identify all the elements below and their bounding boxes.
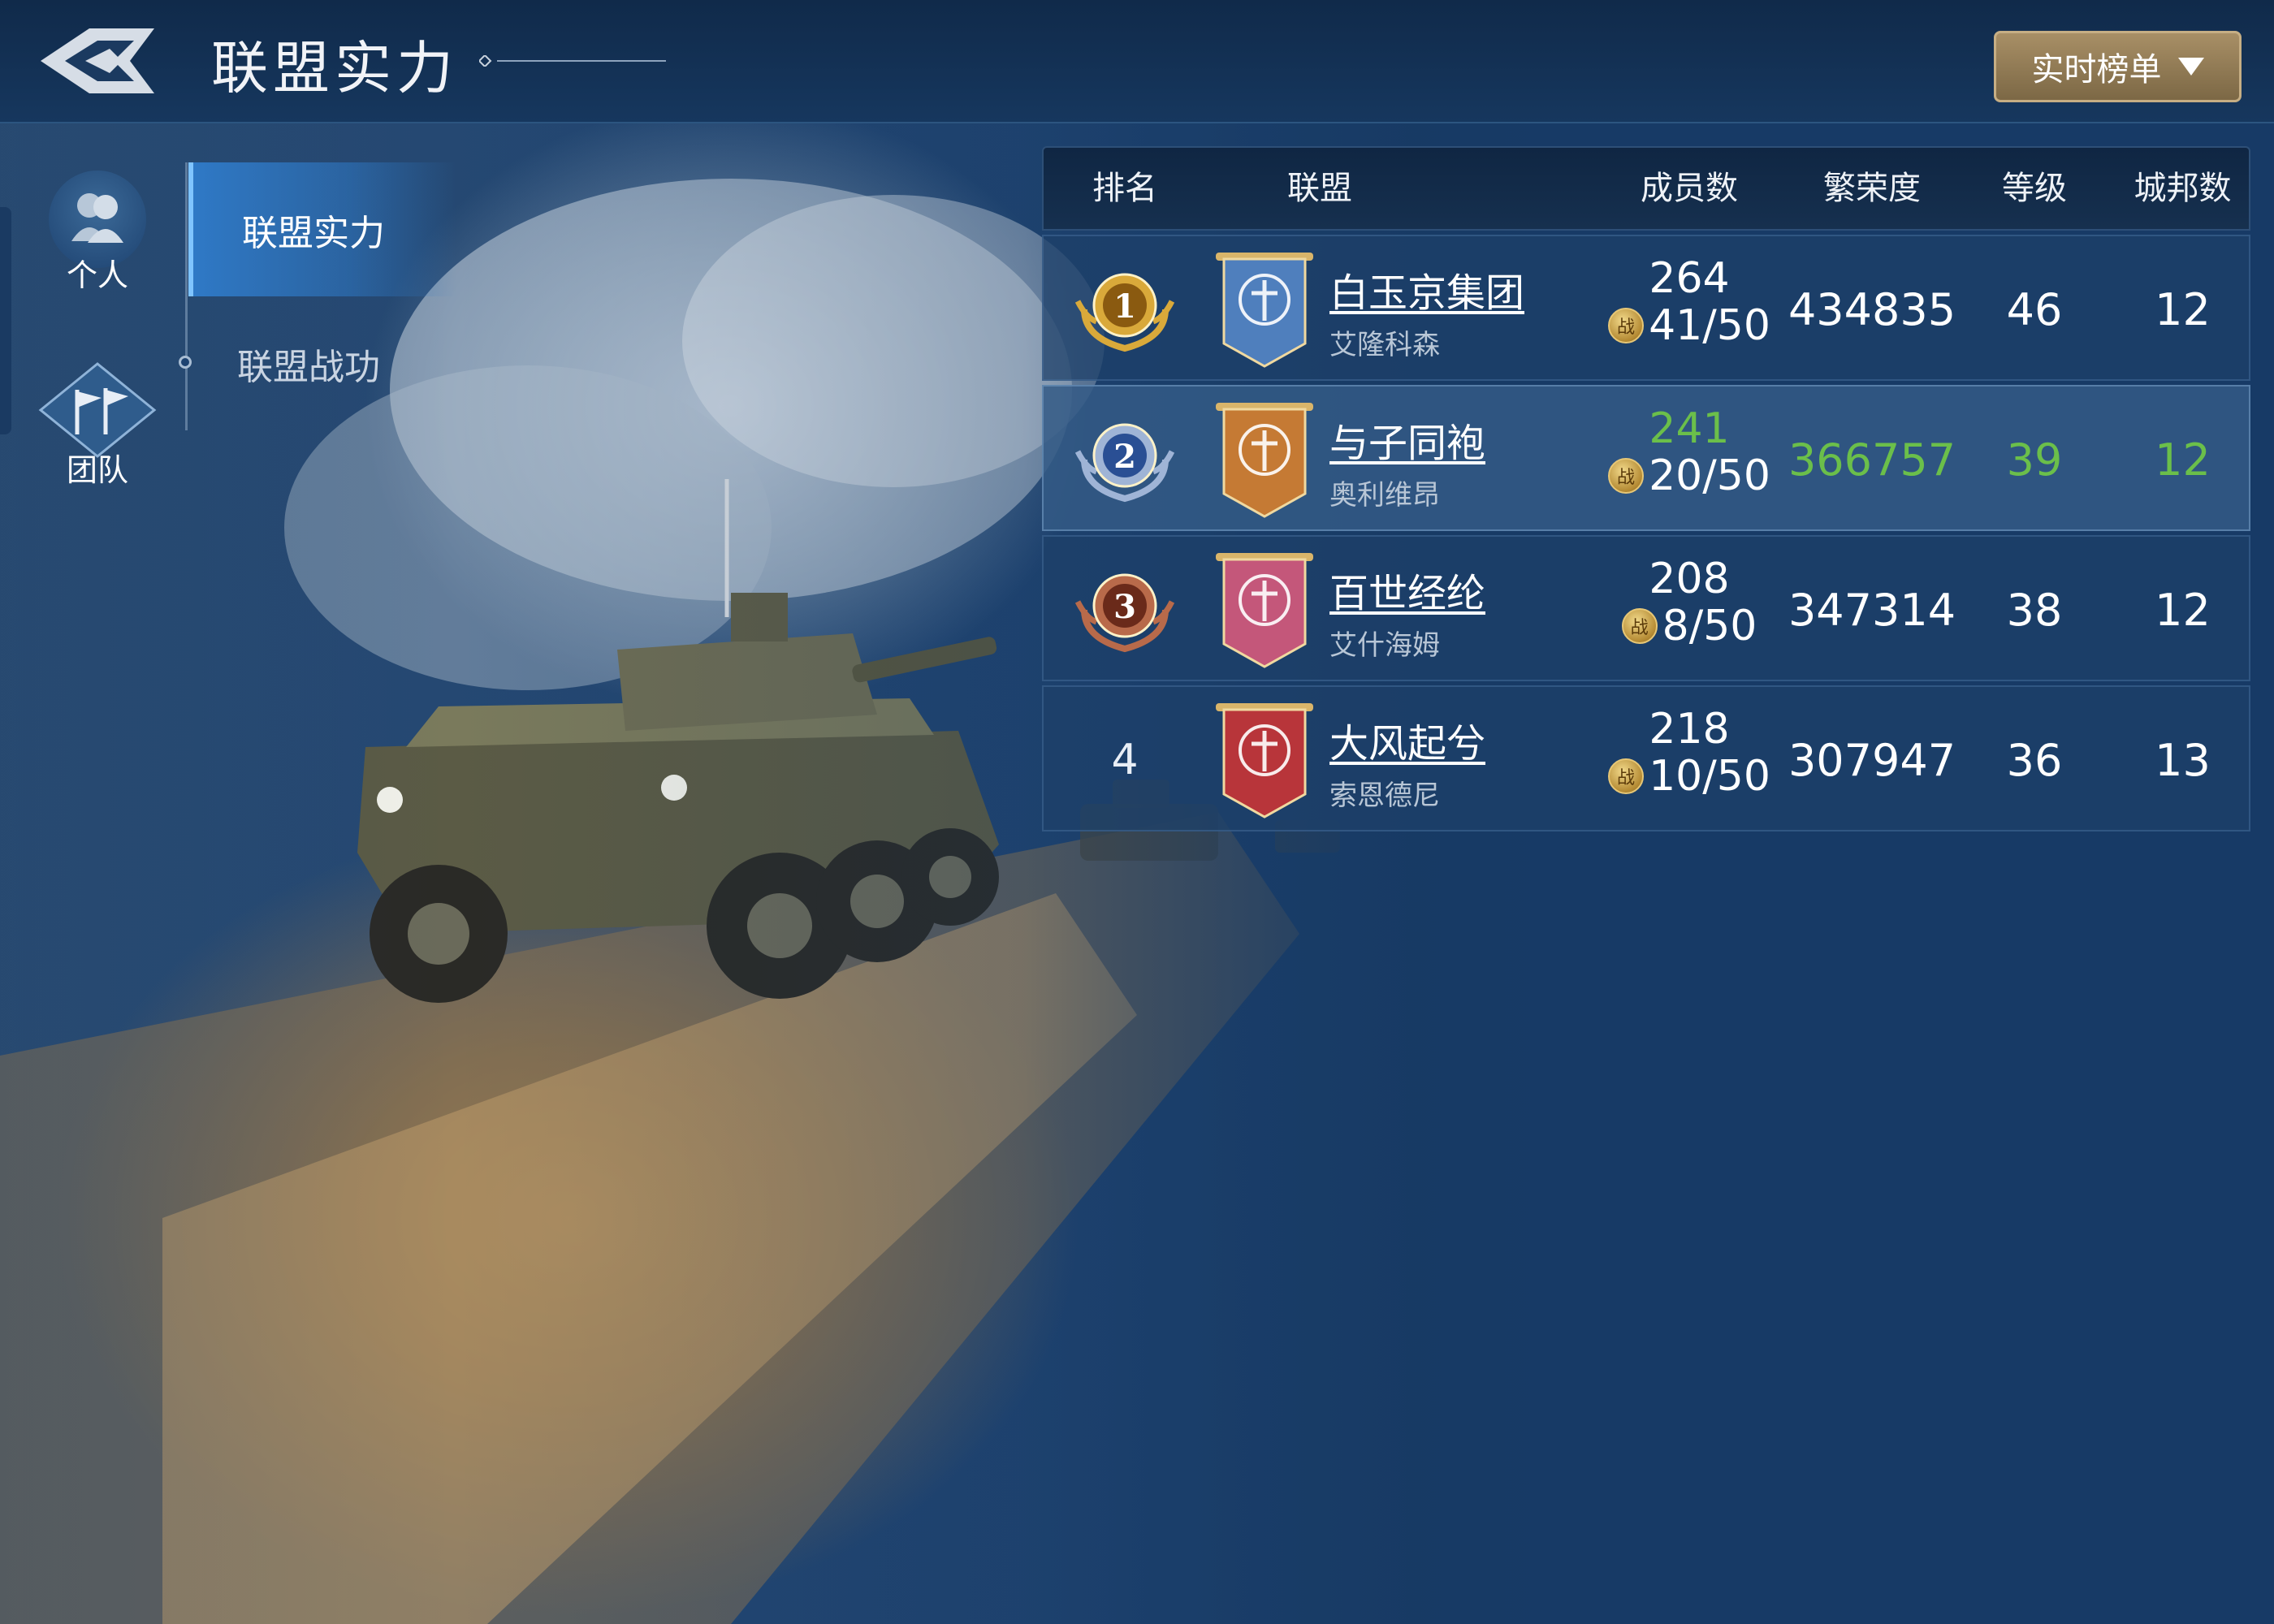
- cities-value: 12: [2155, 584, 2211, 636]
- members-cell: 241 战 20/50: [1588, 404, 1791, 500]
- subnav-alliance-merit[interactable]: 联盟战功: [188, 296, 456, 430]
- members-count: 208: [1649, 555, 1730, 603]
- alliance-emblem-icon: [1216, 553, 1313, 668]
- title-decoration: [479, 55, 666, 67]
- members-cell: 218 战 10/50: [1588, 705, 1791, 801]
- subnav-label: 联盟战功: [237, 346, 380, 388]
- chevron-down-icon: [2177, 58, 2204, 76]
- column-header-rank: 排名: [1092, 170, 1157, 207]
- cities-value: 12: [2155, 283, 2211, 335]
- prosperity-value: 434835: [1788, 283, 1956, 335]
- members-cell: 264 战 41/50: [1588, 254, 1791, 350]
- sidebar-item-label: 个人: [66, 257, 128, 293]
- battle-coin-icon: 战: [1608, 458, 1645, 494]
- rank-cell: 3: [1044, 537, 1206, 683]
- cities-value: 12: [2155, 434, 2211, 486]
- subnav-label: 联盟实力: [242, 212, 385, 254]
- bronze-medal-icon: 3: [1074, 573, 1175, 653]
- svg-text:1: 1: [1113, 287, 1136, 326]
- table-row[interactable]: 1 白玉京集团 艾隆科森 264 战 41/50 434835 46 12: [1042, 235, 2250, 381]
- alliance-leader: 索恩德尼: [1329, 780, 1440, 812]
- alliance-info: 大风起兮 索恩德尼: [1329, 711, 1485, 813]
- alliance-name-link[interactable]: 百世经纶: [1329, 561, 1485, 618]
- alliance-emblem-icon: [1216, 403, 1313, 518]
- column-header-level: 等级: [2002, 170, 2067, 207]
- members-capacity: 8/50: [1662, 602, 1757, 650]
- battle-coin-icon: 战: [1621, 608, 1658, 644]
- members-count: 241: [1649, 404, 1730, 453]
- rank-cell: 4: [1044, 687, 1206, 833]
- battle-coin-icon: 战: [1608, 758, 1645, 794]
- members-capacity: 41/50: [1649, 301, 1770, 350]
- page-title: 联盟实力: [211, 35, 458, 102]
- subnav-divider: [185, 162, 188, 430]
- members-capacity: 20/50: [1649, 451, 1770, 500]
- column-header-prosperity: 繁荣度: [1823, 170, 1921, 207]
- sidebar-item-personal[interactable]: 个人: [32, 162, 162, 309]
- members-count: 218: [1649, 705, 1730, 754]
- table-row[interactable]: 2 与子同袍 奥利维昂 241 战 20/50 366757 39 12: [1042, 385, 2250, 531]
- alliance-name-link[interactable]: 白玉京集团: [1329, 261, 1524, 317]
- level-value: 36: [2006, 734, 2063, 786]
- level-value: 39: [2006, 434, 2063, 486]
- table-row[interactable]: 4 大风起兮 索恩德尼 218 战 10/50 307947 36 13: [1042, 685, 2250, 831]
- rank-cell: 2: [1044, 387, 1206, 533]
- alliance-leader: 艾隆科森: [1329, 329, 1440, 361]
- back-arrow-icon[interactable]: [32, 16, 162, 106]
- sidebar-handle[interactable]: [0, 207, 11, 434]
- members-capacity: 10/50: [1649, 752, 1770, 801]
- column-header-cities: 城邦数: [2133, 170, 2232, 207]
- cities-value: 13: [2155, 734, 2211, 786]
- person-icon: [71, 193, 123, 243]
- sidebar-item-label: 团队: [66, 452, 128, 488]
- gold-medal-icon: 1: [1074, 273, 1175, 352]
- table-header: 排名 联盟 成员数 繁荣度 等级 城邦数: [1042, 146, 2250, 231]
- sidebar-item-team[interactable]: 团队: [32, 357, 162, 503]
- alliance-info: 白玉京集团 艾隆科森: [1329, 261, 1524, 362]
- prosperity-value: 366757: [1788, 434, 1956, 486]
- alliance-leader: 奥利维昂: [1329, 479, 1440, 512]
- alliance-ranking-table: 排名 联盟 成员数 繁荣度 等级 城邦数 1 白玉京集团 艾隆科森 264 战 …: [1042, 146, 2250, 831]
- rank-number: 4: [1111, 736, 1139, 784]
- battle-coin-icon: 战: [1608, 308, 1645, 343]
- alliance-info: 与子同袍 奥利维昂: [1329, 411, 1485, 512]
- alliance-emblem-icon: [1216, 703, 1313, 818]
- top-bar: 联盟实力 实时榜单: [0, 0, 2274, 123]
- silver-medal-icon: 2: [1074, 423, 1175, 503]
- svg-text:3: 3: [1113, 588, 1136, 626]
- members-cell: 208 战 8/50: [1588, 555, 1791, 650]
- level-value: 38: [2006, 584, 2063, 636]
- prosperity-value: 347314: [1788, 584, 1956, 636]
- rank-cell: 1: [1044, 236, 1206, 382]
- prosperity-value: 307947: [1788, 734, 1956, 786]
- members-count: 264: [1649, 254, 1730, 303]
- subnav-alliance-strength[interactable]: 联盟实力: [188, 162, 456, 296]
- column-header-alliance: 联盟: [1287, 170, 1352, 207]
- alliance-name-link[interactable]: 大风起兮: [1329, 711, 1485, 768]
- svg-text:2: 2: [1113, 438, 1136, 476]
- alliance-info: 百世经纶 艾什海姆: [1329, 561, 1485, 663]
- table-row[interactable]: 3 百世经纶 艾什海姆 208 战 8/50 347314 38 12: [1042, 535, 2250, 681]
- dropdown-label: 实时榜单: [2031, 51, 2162, 89]
- alliance-name-link[interactable]: 与子同袍: [1329, 411, 1485, 468]
- ranking-type-dropdown[interactable]: 实时榜单: [1994, 31, 2242, 102]
- alliance-emblem-icon: [1216, 253, 1313, 368]
- column-header-members: 成员数: [1641, 170, 1738, 207]
- level-value: 46: [2006, 283, 2063, 335]
- alliance-leader: 艾什海姆: [1329, 629, 1440, 662]
